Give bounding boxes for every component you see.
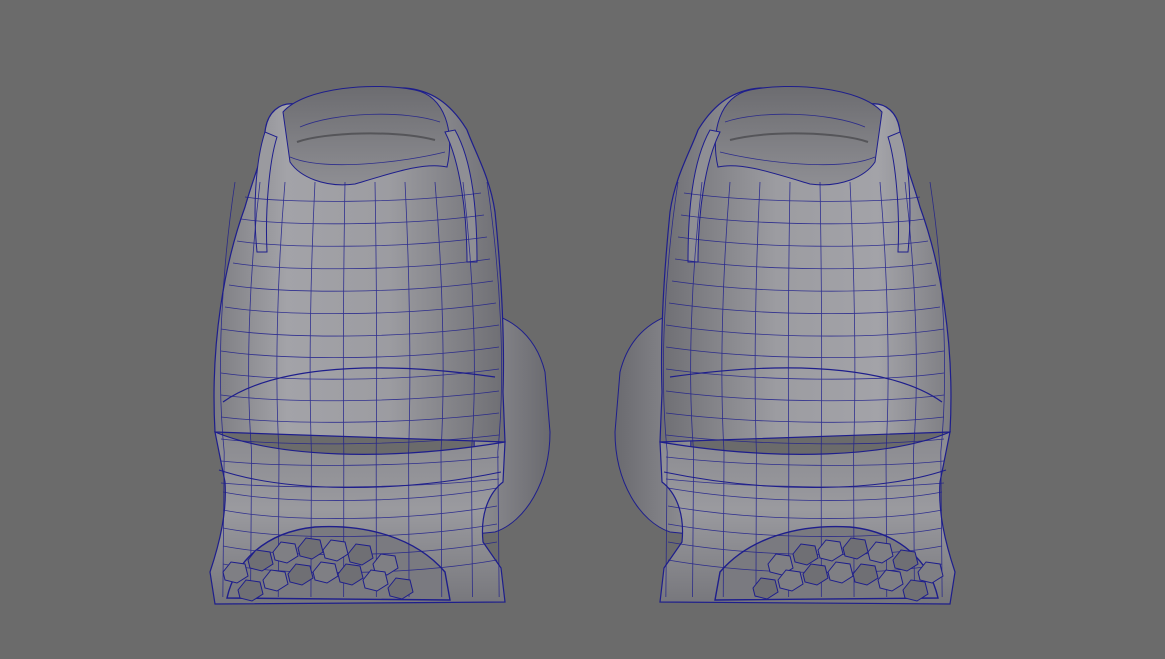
viewport-background bbox=[0, 0, 1165, 659]
3d-viewport[interactable] bbox=[0, 0, 1165, 659]
viewport-scene[interactable] bbox=[0, 0, 1165, 659]
